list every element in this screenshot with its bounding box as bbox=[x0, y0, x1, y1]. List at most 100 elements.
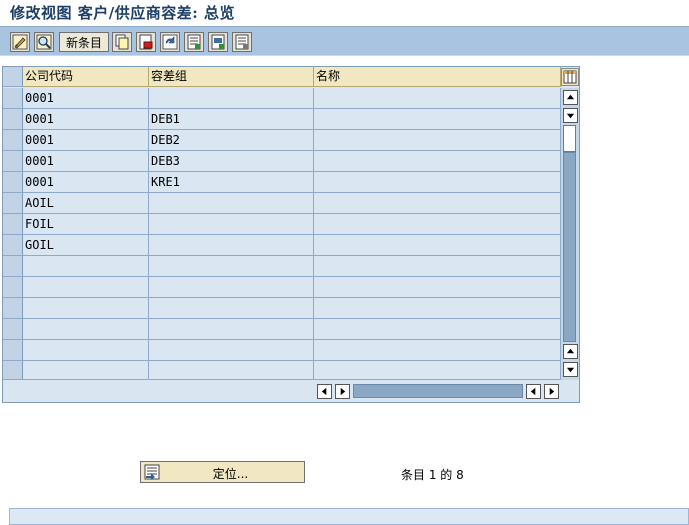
scroll-page-up-button[interactable] bbox=[563, 344, 578, 359]
row-selector[interactable] bbox=[3, 235, 23, 256]
table-cell[interactable] bbox=[149, 214, 314, 235]
scroll-down-button[interactable] bbox=[563, 362, 578, 377]
arrow-right-icon bbox=[549, 387, 555, 396]
column-header-tolerance-group[interactable]: 容差组 bbox=[149, 67, 314, 87]
scroll-right-last-button[interactable] bbox=[544, 384, 559, 399]
new-entries-button[interactable]: 新条目 bbox=[59, 32, 109, 52]
row-selector[interactable] bbox=[3, 109, 23, 130]
table-cell[interactable]: 0001 bbox=[23, 109, 149, 130]
table-cell[interactable]: 0001 bbox=[23, 130, 149, 151]
undo-icon bbox=[162, 34, 178, 50]
table-cell[interactable] bbox=[149, 361, 314, 380]
column-header-company-code[interactable]: 公司代码 bbox=[23, 67, 149, 87]
deselect-all-icon bbox=[235, 34, 249, 50]
table-cell[interactable] bbox=[149, 193, 314, 214]
row-selector[interactable] bbox=[3, 277, 23, 298]
scroll-right-button[interactable] bbox=[335, 384, 350, 399]
select-block-icon bbox=[211, 34, 225, 50]
delete-icon bbox=[139, 34, 153, 50]
table-cell[interactable]: FOIL bbox=[23, 214, 149, 235]
table-cell[interactable] bbox=[314, 193, 561, 214]
select-all-rows-corner[interactable] bbox=[3, 67, 23, 87]
table-cell[interactable] bbox=[149, 235, 314, 256]
vertical-scrollbar[interactable] bbox=[561, 88, 579, 380]
row-selector[interactable] bbox=[3, 88, 23, 109]
row-selector[interactable] bbox=[3, 172, 23, 193]
table-cell[interactable] bbox=[149, 319, 314, 340]
table-cell[interactable] bbox=[23, 277, 149, 298]
table-cell[interactable]: 0001 bbox=[23, 172, 149, 193]
row-selector[interactable] bbox=[3, 130, 23, 151]
table-cell[interactable] bbox=[314, 235, 561, 256]
table-cell[interactable] bbox=[314, 172, 561, 193]
table-cell[interactable]: DEB2 bbox=[149, 130, 314, 151]
select-all-button[interactable] bbox=[184, 32, 204, 52]
table-cell[interactable]: GOIL bbox=[23, 235, 149, 256]
row-selector[interactable] bbox=[3, 298, 23, 319]
status-bar bbox=[9, 508, 689, 525]
scroll-left-button[interactable] bbox=[526, 384, 541, 399]
scroll-up-button[interactable] bbox=[563, 108, 578, 123]
table-cell[interactable] bbox=[314, 361, 561, 380]
scroll-top-button[interactable] bbox=[563, 90, 578, 105]
table-cell[interactable]: DEB3 bbox=[149, 151, 314, 172]
application-toolbar: 新条目 bbox=[0, 26, 689, 56]
arrow-up-icon bbox=[566, 94, 575, 100]
arrow-down-icon bbox=[566, 113, 575, 119]
display-button[interactable] bbox=[34, 32, 54, 52]
table-cell[interactable] bbox=[149, 298, 314, 319]
arrow-down-icon bbox=[566, 367, 575, 373]
table-cell[interactable] bbox=[23, 340, 149, 361]
table-cell[interactable] bbox=[149, 88, 314, 109]
table-settings-button[interactable] bbox=[561, 68, 579, 86]
table-cell[interactable] bbox=[314, 214, 561, 235]
horizontal-scroll-track[interactable] bbox=[353, 384, 523, 398]
table-cell[interactable]: AOIL bbox=[23, 193, 149, 214]
new-entries-label: 新条目 bbox=[65, 35, 102, 50]
table-cell[interactable] bbox=[23, 298, 149, 319]
undo-button[interactable] bbox=[160, 32, 180, 52]
table-cell[interactable] bbox=[314, 298, 561, 319]
scroll-left-first-button[interactable] bbox=[317, 384, 332, 399]
edit-toggle-button[interactable] bbox=[10, 32, 30, 52]
table-cell[interactable] bbox=[314, 109, 561, 130]
row-selector[interactable] bbox=[3, 340, 23, 361]
table-cell[interactable] bbox=[314, 319, 561, 340]
table-cell[interactable] bbox=[23, 319, 149, 340]
table-cell[interactable] bbox=[23, 361, 149, 380]
table-cell[interactable]: 0001 bbox=[23, 151, 149, 172]
table-cell[interactable] bbox=[314, 277, 561, 298]
row-selector[interactable] bbox=[3, 319, 23, 340]
window-title: 修改视图 客户/供应商容差: 总览 bbox=[10, 4, 235, 22]
delete-button[interactable] bbox=[136, 32, 156, 52]
position-button[interactable]: 定位... bbox=[140, 461, 305, 483]
table-cell[interactable] bbox=[314, 256, 561, 277]
row-selector[interactable] bbox=[3, 214, 23, 235]
arrow-left-icon bbox=[321, 387, 327, 396]
table-cell[interactable] bbox=[314, 151, 561, 172]
table-cell[interactable]: KRE1 bbox=[149, 172, 314, 193]
column-header-name[interactable]: 名称 bbox=[314, 67, 561, 87]
row-selector[interactable] bbox=[3, 151, 23, 172]
table-cell[interactable] bbox=[149, 277, 314, 298]
table-cell[interactable] bbox=[314, 340, 561, 361]
row-selector[interactable] bbox=[3, 361, 23, 380]
table-cell[interactable]: DEB1 bbox=[149, 109, 314, 130]
copy-button[interactable] bbox=[112, 32, 132, 52]
entry-count: 条目 1 的 8 bbox=[401, 468, 464, 482]
table-cell[interactable] bbox=[23, 256, 149, 277]
table-cell[interactable] bbox=[314, 130, 561, 151]
deselect-all-button[interactable] bbox=[232, 32, 252, 52]
table-cell[interactable]: 0001 bbox=[23, 88, 149, 109]
table-cell[interactable] bbox=[314, 88, 561, 109]
arrow-up-icon bbox=[566, 348, 575, 354]
row-selector[interactable] bbox=[3, 256, 23, 277]
vertical-scroll-track[interactable] bbox=[563, 152, 576, 342]
table-cell[interactable] bbox=[149, 340, 314, 361]
row-selector[interactable] bbox=[3, 193, 23, 214]
copy-icon bbox=[115, 34, 129, 50]
table-settings-icon bbox=[563, 70, 577, 84]
select-block-button[interactable] bbox=[208, 32, 228, 52]
table-cell[interactable] bbox=[149, 256, 314, 277]
vertical-scroll-thumb[interactable] bbox=[563, 125, 576, 152]
